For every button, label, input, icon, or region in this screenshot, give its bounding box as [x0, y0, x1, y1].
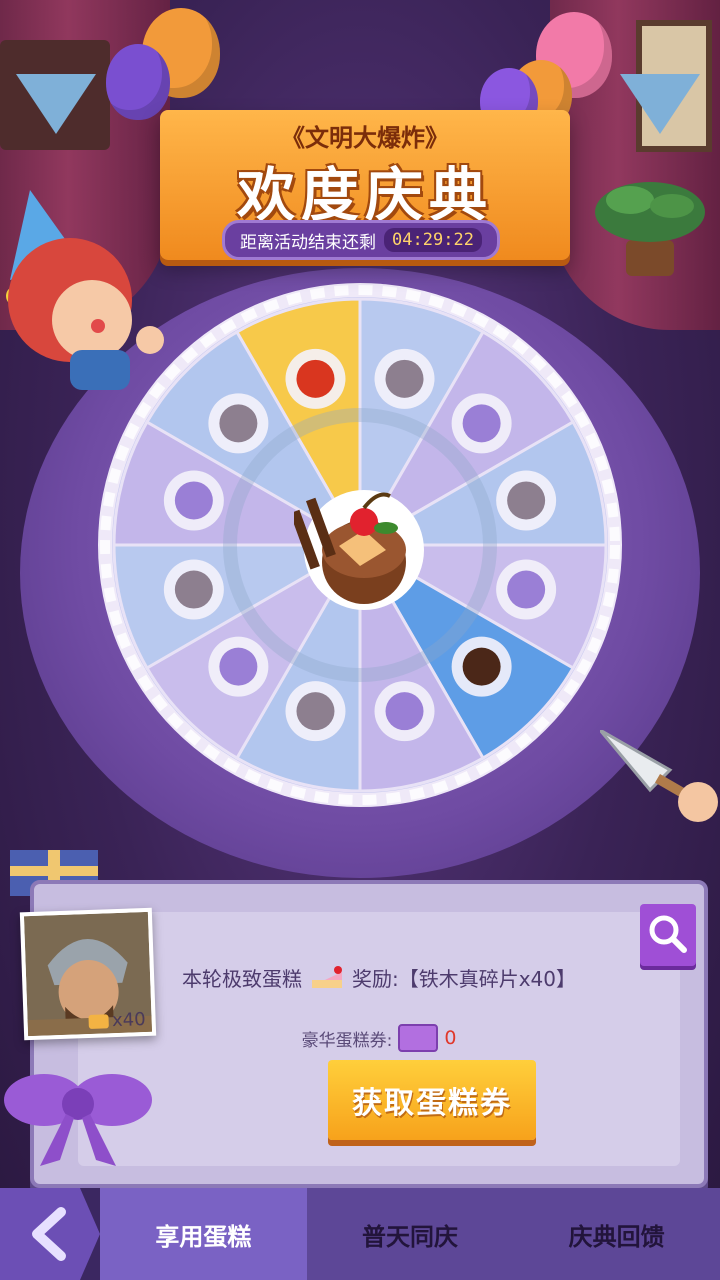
- plant-decor: [595, 182, 705, 276]
- tab-celebrate-together[interactable]: 普天同庆: [306, 1188, 514, 1280]
- chocolate-topping: [219, 404, 258, 443]
- hero-reward-card[interactable]: x40: [19, 907, 157, 1041]
- chocolate-topping: [296, 359, 335, 398]
- chocolate-topping: [507, 570, 546, 609]
- reward-prefix: 本轮极致蛋糕: [181, 966, 302, 991]
- chocolate-topping: [462, 647, 501, 686]
- get-cake-voucher-button[interactable]: 获取蛋糕券: [328, 1060, 536, 1140]
- countdown-value: 04:29:22: [384, 228, 482, 252]
- chevron-left-icon: [32, 1207, 66, 1261]
- center-cake-button[interactable]: [294, 480, 434, 620]
- chocolate-topping: [296, 692, 335, 731]
- reward-panel-inner: 本轮极致蛋糕 奖励:【铁木真碎片x40】 豪华蛋糕券: 0 获取蛋糕券: [78, 912, 680, 1166]
- ribbon-bow: [4, 1074, 152, 1166]
- hero-count: x40: [88, 1009, 146, 1032]
- pennant-left: [16, 74, 96, 134]
- fragment-icon: [88, 1013, 110, 1029]
- countdown-timer: 距离活动结束还剩 04:29:22: [222, 220, 500, 260]
- chocolate-topping: [385, 692, 424, 731]
- search-icon: [649, 915, 687, 953]
- back-button[interactable]: [0, 1188, 100, 1280]
- tab-celebration-rewards[interactable]: 庆典回馈: [513, 1188, 720, 1280]
- hero-count-text: x40: [111, 1009, 146, 1032]
- countdown-label: 距离活动结束还剩: [240, 232, 377, 253]
- chocolate-topping: [507, 481, 546, 520]
- cake-slice-icon: [311, 966, 342, 988]
- tab-enjoy-cake[interactable]: 享用蛋糕: [100, 1188, 307, 1280]
- chocolate-topping: [174, 570, 213, 609]
- reward-text: 奖励:【铁木真碎片x40】: [351, 966, 577, 991]
- chocolate-topping: [385, 359, 424, 398]
- cake-voucher-icon: [398, 1024, 439, 1052]
- game-screen: 《文明大爆炸》 欢度庆典 距离活动结束还剩 04:29:22 本轮极致蛋糕 奖励…: [0, 0, 720, 1280]
- search-button[interactable]: [640, 904, 696, 966]
- balloon-purple-left: [106, 44, 170, 120]
- voucher-line: 豪华蛋糕券: 0: [78, 1024, 680, 1052]
- bottom-tab-bar: 享用蛋糕 普天同庆 庆典回馈: [0, 1188, 720, 1280]
- chocolate-topping: [462, 404, 501, 443]
- pennant-right: [620, 74, 700, 134]
- reward-line: 本轮极致蛋糕 奖励:【铁木真碎片x40】: [78, 962, 680, 992]
- chocolate-topping: [174, 481, 213, 520]
- voucher-label: 豪华蛋糕券:: [301, 1030, 393, 1051]
- chocolate-topping: [219, 647, 258, 686]
- voucher-count: 0: [444, 1027, 457, 1049]
